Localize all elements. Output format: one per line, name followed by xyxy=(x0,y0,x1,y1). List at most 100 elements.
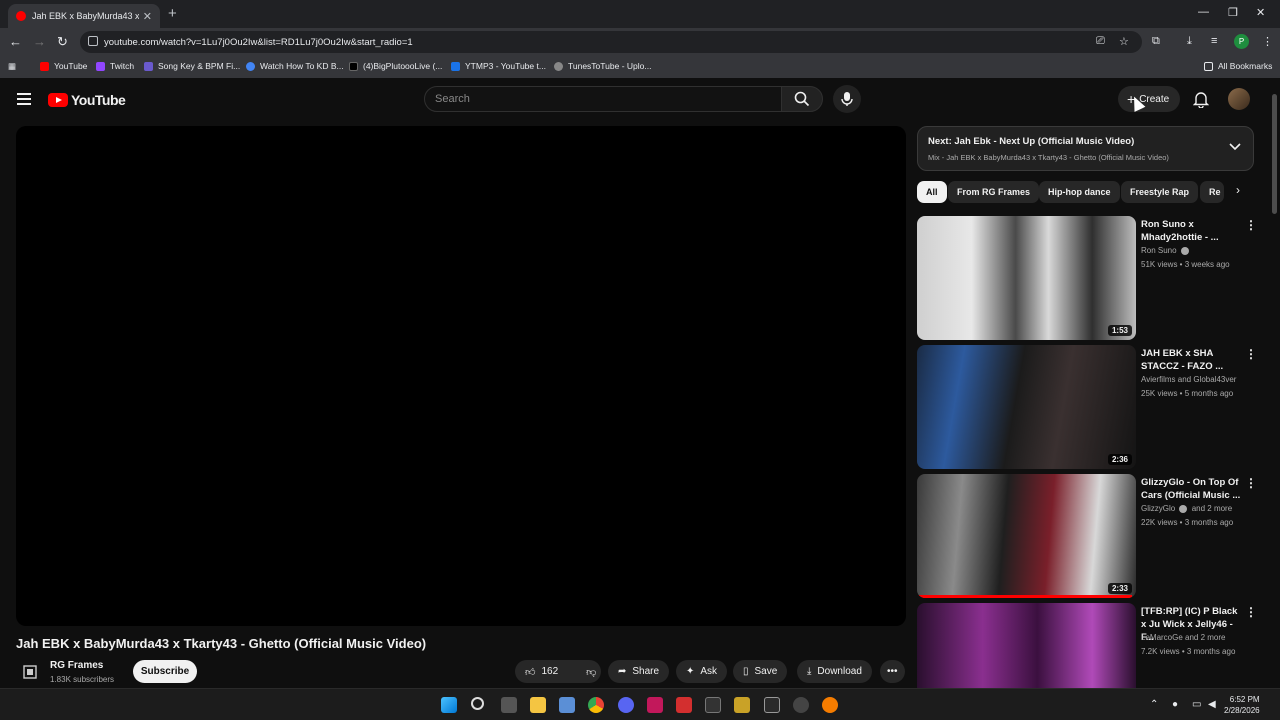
save-button[interactable]: ▯ Save xyxy=(733,660,788,683)
windows-start-icon[interactable] xyxy=(441,697,457,713)
discord-icon[interactable] xyxy=(618,697,634,713)
app-icon[interactable] xyxy=(647,697,663,713)
voice-search-button[interactable] xyxy=(833,85,861,113)
search-button[interactable] xyxy=(781,86,823,112)
recommendation-title[interactable]: Ron Suno x Mhady2hottie - ... xyxy=(1141,218,1241,244)
share-label: Share xyxy=(632,666,660,677)
clock-time: 6:52 PM xyxy=(1229,695,1260,704)
app-icon[interactable] xyxy=(676,697,692,713)
chrome-icon[interactable] xyxy=(588,697,604,713)
like-button[interactable]: 👍︎ 162 xyxy=(515,666,558,678)
app-icon[interactable] xyxy=(793,697,809,713)
channel-avatar[interactable] xyxy=(22,664,38,680)
network-icon[interactable]: ▭ xyxy=(1192,699,1201,710)
download-label: Download xyxy=(817,666,862,677)
download-button[interactable]: ⤓ Download xyxy=(797,660,872,683)
app-icon[interactable] xyxy=(822,697,838,713)
folder-icon xyxy=(1204,61,1213,71)
share-button[interactable]: ➦ Share xyxy=(608,660,670,683)
search-icon[interactable] xyxy=(471,697,484,710)
chip-all[interactable]: All xyxy=(917,181,947,203)
duration-badge: 2:33 xyxy=(1107,583,1132,594)
file-explorer-icon[interactable] xyxy=(530,697,546,713)
photos-icon[interactable] xyxy=(559,697,575,713)
browser-tab[interactable]: Jah EBK x BabyMurda43 x Tkarty43 - Ghett… xyxy=(8,4,160,28)
bookmark-watch-kd[interactable]: Watch How To KD B... xyxy=(246,61,344,71)
recommendation-title[interactable]: JAH EBK x SHA STACCZ - FAZO ... xyxy=(1141,347,1241,373)
bookmark-ytmp3[interactable]: YTMP3 - YouTube t... xyxy=(451,61,546,71)
window-close-icon[interactable]: ✕ xyxy=(1256,6,1265,19)
video-thumbnail[interactable]: 2:36 xyxy=(917,345,1136,469)
bookmark-star-icon[interactable]: ☆ xyxy=(1119,35,1129,48)
video-thumbnail[interactable] xyxy=(917,603,1136,688)
bookmark-tunestotube[interactable]: TunesToTube - Uplo... xyxy=(554,61,651,71)
media-icon[interactable]: ≡ xyxy=(1211,35,1217,47)
system-clock[interactable]: 6:52 PM 2/28/2026 xyxy=(1224,694,1260,716)
downloads-icon[interactable]: ⤓ xyxy=(1187,35,1192,48)
bookmark-youtube[interactable]: YouTube xyxy=(40,61,87,71)
apps-icon[interactable]: ▦ xyxy=(8,61,16,72)
chip-freestyle-rap[interactable]: Freestyle Rap xyxy=(1121,181,1199,203)
subscribe-button[interactable]: Subscribe xyxy=(133,660,197,683)
menu-icon[interactable] xyxy=(17,93,31,105)
clock-date: 2/28/2026 xyxy=(1224,706,1260,715)
youtube-play-icon xyxy=(48,93,68,107)
app-icon[interactable] xyxy=(705,697,721,713)
video-thumbnail[interactable]: 2:33 xyxy=(917,474,1136,598)
install-icon[interactable]: ⎚ xyxy=(1096,35,1105,48)
youtube-logo[interactable]: YouTube xyxy=(48,92,126,108)
recommendation-title[interactable]: GlizzyGlo - On Top Of Cars (Official Mus… xyxy=(1141,476,1241,502)
back-icon[interactable]: ← xyxy=(9,34,22,49)
create-button[interactable]: + Create xyxy=(1118,86,1180,112)
bookmark-tiktok[interactable]: (4)BigPlutoooLive (... xyxy=(349,61,442,71)
video-player[interactable] xyxy=(16,126,906,626)
minimize-icon[interactable]: — xyxy=(1198,6,1209,18)
chrome-menu-icon[interactable]: ⋮ xyxy=(1262,35,1273,48)
more-vertical-icon[interactable]: ⋮ xyxy=(1245,218,1257,232)
more-vertical-icon[interactable]: ⋮ xyxy=(1245,347,1257,361)
chip-partial[interactable]: Re xyxy=(1200,181,1224,203)
dislike-button[interactable]: 👎︎ xyxy=(578,666,604,678)
app-icon[interactable] xyxy=(764,697,780,713)
volume-icon[interactable]: ◀ xyxy=(1208,699,1216,710)
recommendation-item[interactable]: 2:33 GlizzyGlo - On Top Of Cars (Officia… xyxy=(917,474,1257,598)
recommendation-item[interactable]: 1:53 Ron Suno x Mhady2hottie - ... Ron S… xyxy=(917,216,1257,340)
site-info-icon[interactable] xyxy=(88,36,98,46)
reload-icon[interactable]: ↻ xyxy=(57,34,68,50)
notifications-icon[interactable] xyxy=(1193,90,1209,108)
up-next-panel[interactable]: Next: Jah Ebk - Next Up (Official Music … xyxy=(917,126,1254,171)
forward-icon[interactable]: → xyxy=(33,34,46,49)
more-vertical-icon[interactable]: ⋮ xyxy=(1245,476,1257,490)
bookmark-song-key[interactable]: Song Key & BPM Fi... xyxy=(144,61,240,71)
all-bookmarks[interactable]: All Bookmarks xyxy=(1204,61,1272,71)
recommendation-item[interactable]: 2:36 JAH EBK x SHA STACCZ - FAZO ... Avi… xyxy=(917,345,1257,469)
channel-name[interactable]: RG Frames xyxy=(50,660,103,671)
page-scrollbar[interactable] xyxy=(1270,84,1278,688)
account-avatar[interactable] xyxy=(1228,88,1250,110)
more-vertical-icon[interactable]: ⋮ xyxy=(1245,605,1254,619)
ask-button[interactable]: ✦ Ask xyxy=(676,660,728,683)
chevron-down-icon[interactable] xyxy=(1229,143,1241,151)
bookmark-twitch[interactable]: Twitch xyxy=(96,61,134,71)
scrollbar-thumb[interactable] xyxy=(1272,94,1277,214)
address-bar[interactable]: youtube.com/watch?v=1Lu7j0Ou2Iw&list=RD1… xyxy=(80,31,1142,53)
bookmark-label: Song Key & BPM Fi... xyxy=(158,61,241,71)
task-view-icon[interactable] xyxy=(501,697,517,713)
all-bookmarks-label: All Bookmarks xyxy=(1218,61,1273,71)
maximize-icon[interactable]: ❐ xyxy=(1228,6,1238,19)
microphone-icon[interactable]: ● xyxy=(1172,699,1178,710)
new-tab-icon[interactable]: + xyxy=(168,5,177,22)
search-input[interactable]: Search xyxy=(424,86,782,112)
video-thumbnail[interactable]: 1:53 xyxy=(917,216,1136,340)
extensions-icon[interactable]: ⧉ xyxy=(1152,35,1160,48)
chevron-up-icon[interactable]: ⌃ xyxy=(1150,699,1158,710)
chip-hip-hop-dance[interactable]: Hip-hop dance xyxy=(1039,181,1120,203)
more-actions-button[interactable]: ••• xyxy=(880,660,905,683)
chevron-right-icon[interactable]: › xyxy=(1224,183,1252,203)
tab-close-icon[interactable]: ✕ xyxy=(143,10,152,23)
profile-avatar[interactable]: P xyxy=(1234,34,1249,49)
app-icon[interactable] xyxy=(734,697,750,713)
bookmark-label: YouTube xyxy=(54,61,88,71)
chip-from-rg-frames[interactable]: From RG Frames xyxy=(948,181,1040,203)
recommendation-item[interactable]: [TFB:RP] (IC) P Black x Ju Wick x Jelly4… xyxy=(917,603,1254,688)
